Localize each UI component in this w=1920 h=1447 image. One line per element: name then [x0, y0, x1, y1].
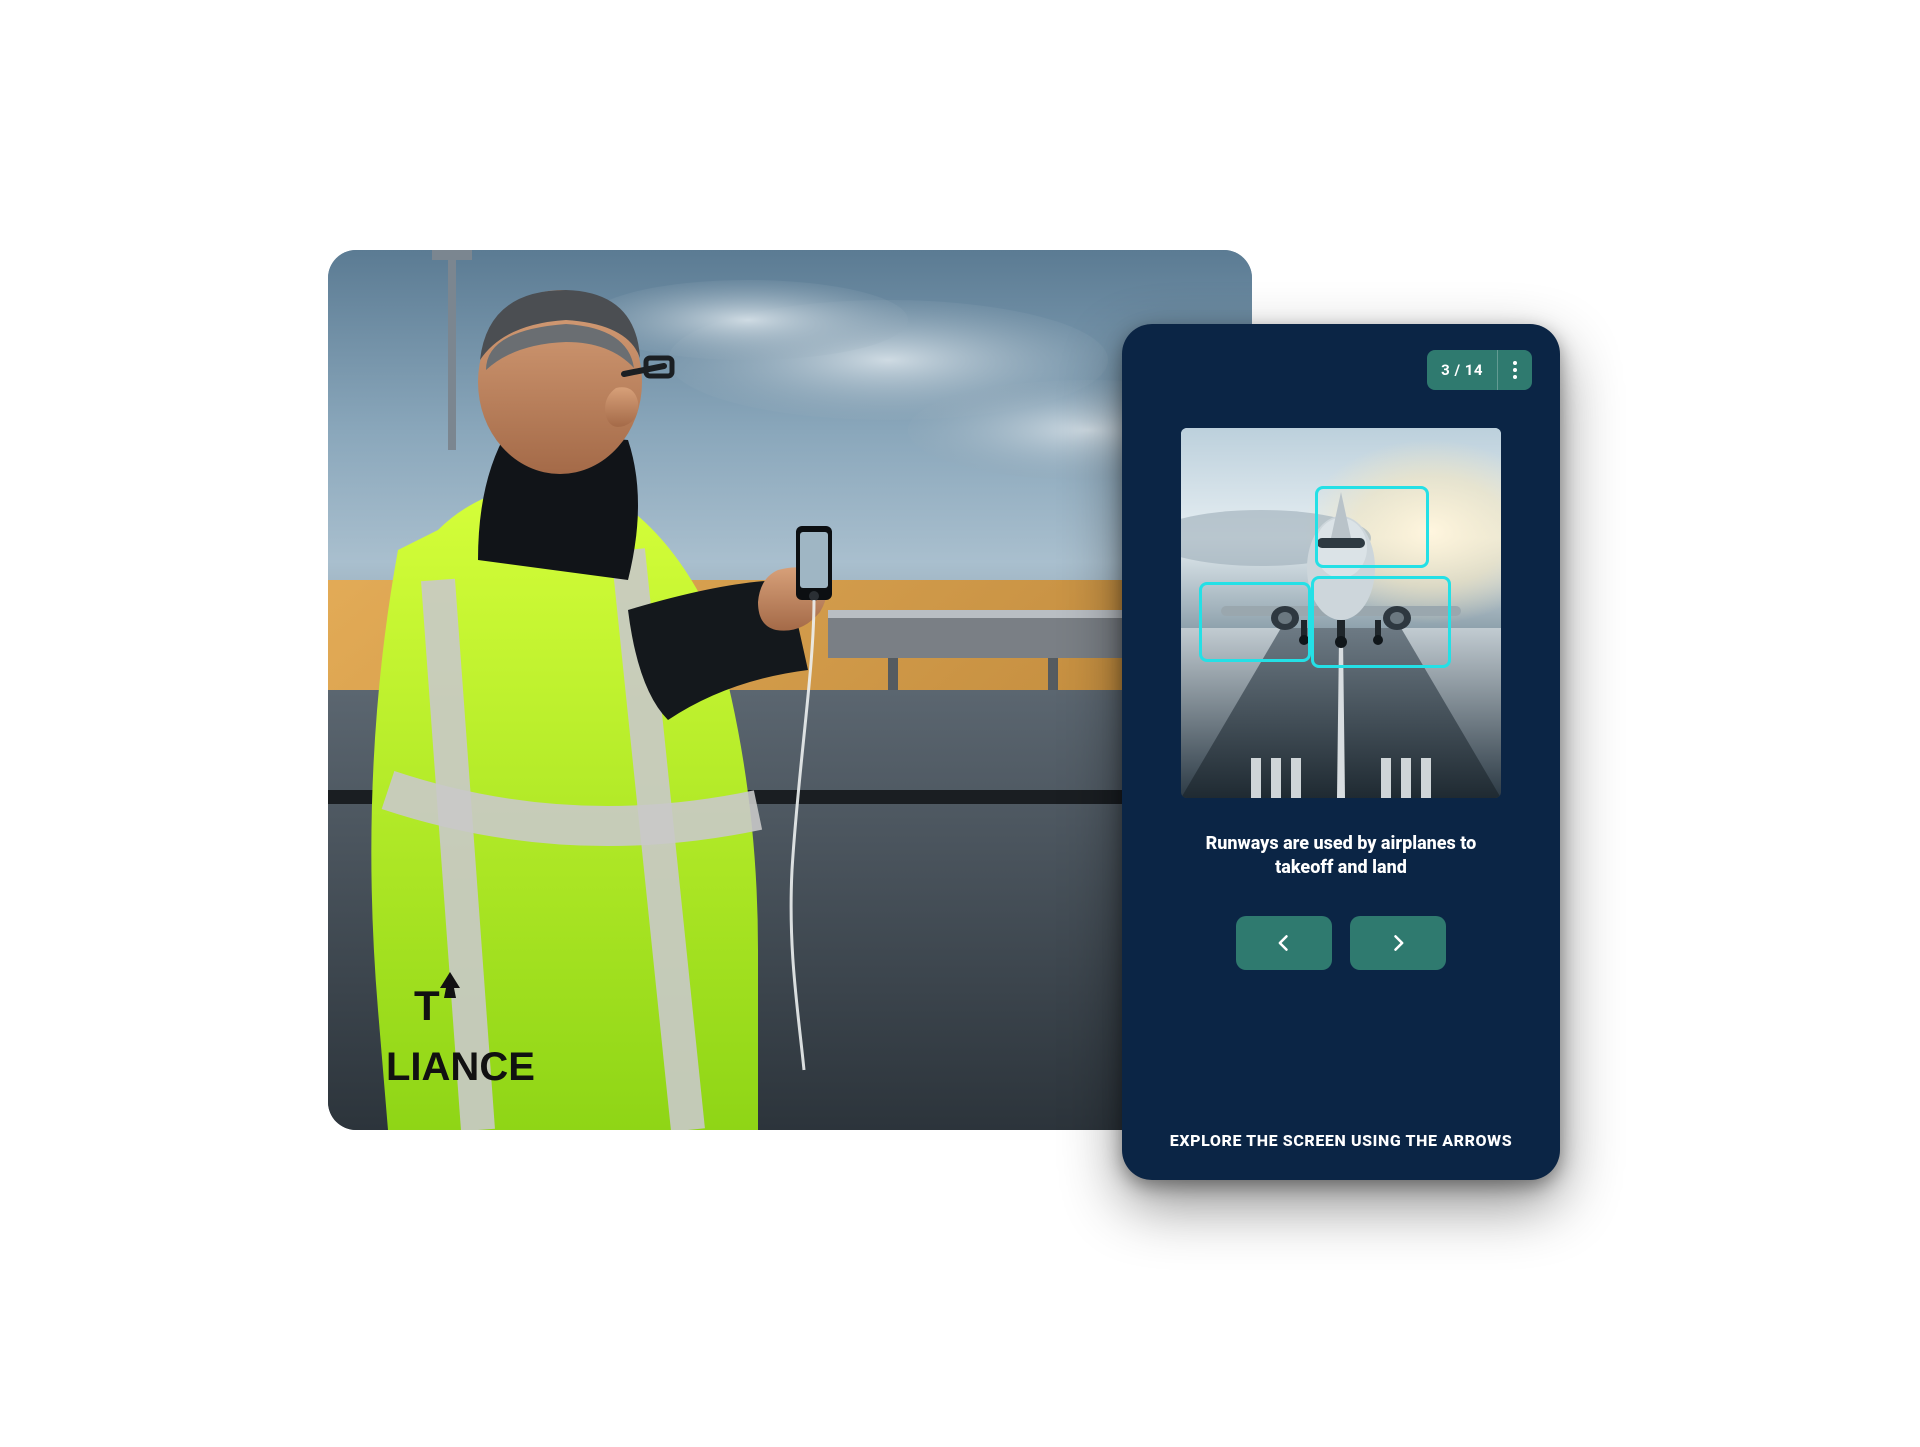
prev-button[interactable] — [1236, 916, 1332, 970]
progress-count: 3 / 14 — [1427, 350, 1498, 390]
background-photo: T LIANCE — [328, 250, 1252, 1130]
mobile-device-mock: 3 / 14 — [1122, 324, 1560, 1180]
kebab-menu-button[interactable] — [1498, 350, 1532, 390]
svg-text:T: T — [414, 982, 440, 1029]
chevron-left-icon — [1274, 929, 1294, 957]
hotspot-box[interactable] — [1315, 486, 1429, 568]
nav-buttons — [1236, 916, 1446, 970]
hotspot-box[interactable] — [1311, 576, 1451, 668]
hotspot-box[interactable] — [1199, 582, 1311, 662]
device-topbar: 3 / 14 — [1150, 350, 1532, 390]
progress-pill: 3 / 14 — [1427, 350, 1532, 390]
svg-text:LIANCE: LIANCE — [386, 1045, 535, 1089]
lesson-image — [1181, 428, 1501, 798]
lesson-caption: Runways are used by airplanes to takeoff… — [1181, 832, 1501, 881]
more-vertical-icon — [1513, 361, 1517, 379]
chevron-right-icon — [1388, 929, 1408, 957]
next-button[interactable] — [1350, 916, 1446, 970]
footer-hint: EXPLORE THE SCREEN USING THE ARROWS — [1170, 1131, 1512, 1150]
